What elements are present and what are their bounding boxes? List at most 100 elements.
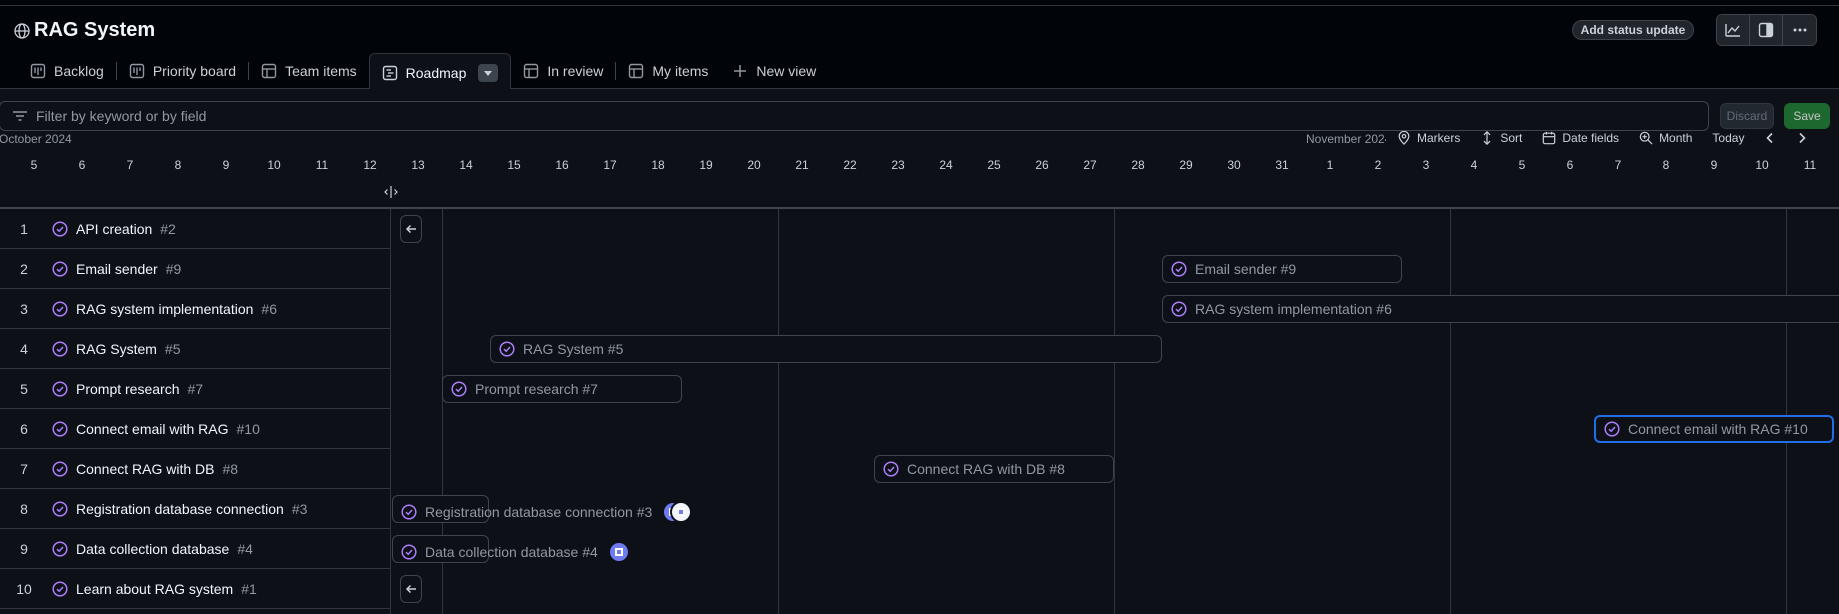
- day-number: 29: [1179, 158, 1193, 172]
- item-title[interactable]: Learn about RAG system: [76, 581, 233, 597]
- tab-in-review[interactable]: In review: [511, 53, 615, 89]
- table-row[interactable]: 5 Prompt research #7: [0, 369, 391, 409]
- avatar[interactable]: [670, 501, 693, 523]
- week-gridline: [1114, 209, 1115, 614]
- markers-label: Markers: [1417, 131, 1461, 145]
- roadmap-bar[interactable]: RAG system implementation #6: [1162, 295, 1839, 323]
- zoom-button[interactable]: Month: [1639, 131, 1692, 145]
- table-row[interactable]: 1 API creation #2: [0, 209, 391, 249]
- roadmap-icon: [382, 65, 397, 80]
- row-number: 2: [20, 260, 28, 277]
- issue-closed-icon: [1171, 301, 1187, 317]
- tab-priority-board[interactable]: Priority board: [117, 53, 248, 89]
- filter-icon: [13, 111, 27, 121]
- next-button[interactable]: [1796, 132, 1808, 144]
- day-number: 2: [1374, 158, 1382, 172]
- week-gridline: [1786, 209, 1787, 614]
- item-title[interactable]: RAG System: [76, 341, 157, 357]
- today-label: Today: [1712, 131, 1745, 145]
- discard-button[interactable]: Discard: [1720, 103, 1774, 129]
- day-number: 18: [651, 158, 665, 172]
- sort-button[interactable]: Sort: [1480, 131, 1522, 145]
- chevron-down-icon[interactable]: [478, 63, 499, 82]
- row-number: 1: [20, 220, 28, 237]
- scroll-to-item-button[interactable]: [400, 575, 422, 603]
- day-number: 9: [1710, 158, 1718, 172]
- issue-closed-icon: [1604, 421, 1620, 437]
- today-button[interactable]: Today: [1712, 131, 1744, 145]
- table-row[interactable]: 3 RAG system implementation #6: [0, 289, 391, 329]
- table-row[interactable]: 4 RAG System #5: [0, 329, 391, 369]
- date-fields-button[interactable]: Date fields: [1542, 131, 1619, 145]
- roadmap-bar[interactable]: Email sender #9: [1162, 255, 1402, 283]
- roadmap-bar-label[interactable]: Registration database connection #3: [401, 501, 693, 523]
- item-title[interactable]: Connect RAG with DB: [76, 461, 215, 477]
- arrow-left-icon: [405, 224, 416, 234]
- row-number: 8: [20, 500, 28, 517]
- roadmap-bar[interactable]: Connect email with RAG #10: [1594, 415, 1834, 443]
- pane-divider[interactable]: [390, 209, 391, 614]
- item-title[interactable]: Email sender: [76, 261, 158, 277]
- tab-roadmap[interactable]: Roadmap: [368, 53, 512, 91]
- avatar[interactable]: [607, 541, 630, 563]
- day-number: 27: [1083, 158, 1097, 172]
- day-number: 11: [315, 158, 329, 172]
- month-label-october: October 2024: [0, 132, 72, 146]
- item-title[interactable]: Connect email with RAG: [76, 421, 229, 437]
- zoom-in-icon: [1639, 131, 1653, 145]
- kebab-horizontal-icon[interactable]: [1783, 15, 1816, 45]
- item-title[interactable]: RAG system implementation: [76, 301, 253, 317]
- table-row[interactable]: 7 Connect RAG with DB #8: [0, 449, 391, 489]
- day-number: 14: [459, 158, 473, 172]
- table-row[interactable]: 2 Email sender #9: [0, 249, 391, 289]
- globe-icon: [14, 22, 30, 39]
- sidepanel-icon[interactable]: [1750, 15, 1783, 45]
- tab-label: In review: [547, 63, 604, 79]
- item-title[interactable]: Registration database connection: [76, 501, 284, 517]
- issue-closed-icon: [52, 220, 68, 237]
- markers-button[interactable]: Markers: [1397, 131, 1460, 145]
- item-title[interactable]: Data collection database: [76, 541, 229, 557]
- item-number: #1: [241, 580, 257, 597]
- view-tabs: Backlog Priority board Team items Roadma…: [18, 52, 828, 91]
- insights-icon[interactable]: [1717, 15, 1750, 45]
- sort-label: Sort: [1500, 131, 1523, 145]
- roadmap-bar-label[interactable]: Data collection database #4: [401, 541, 630, 563]
- week-gridline: [1450, 209, 1451, 614]
- roadmap-rows: 1 API creation #2 2 Email sender #9 3 RAG syste…: [0, 186, 1839, 614]
- tab-backlog[interactable]: Backlog: [18, 53, 116, 89]
- add-status-update-button[interactable]: Add status update: [1572, 20, 1694, 40]
- table-row[interactable]: 6 Connect email with RAG #10: [0, 409, 391, 449]
- resize-handle-icon[interactable]: [384, 185, 398, 199]
- row-number: 9: [20, 540, 28, 557]
- roadmap-bar[interactable]: Connect RAG with DB #8: [874, 455, 1114, 483]
- item-number: #8: [222, 460, 239, 477]
- tab-my-items[interactable]: My items: [616, 53, 720, 89]
- tab-team-items[interactable]: Team items: [249, 53, 369, 89]
- save-button[interactable]: Save: [1784, 103, 1830, 129]
- filter-input[interactable]: Filter by keyword or by field: [0, 101, 1709, 131]
- table-row[interactable]: 10 Learn about RAG system #1: [0, 569, 391, 609]
- table-icon: [261, 63, 277, 79]
- issue-closed-icon: [52, 460, 68, 477]
- board-icon: [30, 63, 46, 79]
- day-number: 16: [555, 158, 569, 172]
- day-number: 8: [1662, 158, 1670, 172]
- item-title[interactable]: Prompt research: [76, 381, 179, 397]
- day-number: 7: [126, 158, 134, 172]
- previous-button[interactable]: [1764, 132, 1776, 144]
- item-title[interactable]: API creation: [76, 221, 152, 237]
- day-number: 13: [411, 158, 425, 172]
- table-row[interactable]: 9 Data collection database #4: [0, 529, 391, 569]
- roadmap-bar[interactable]: Prompt research #7: [442, 375, 682, 403]
- issue-closed-icon: [52, 500, 68, 517]
- tab-label: New view: [756, 63, 817, 79]
- day-number: 17: [603, 158, 617, 172]
- scroll-to-item-button[interactable]: [400, 215, 422, 243]
- project-title-text: RAG System: [34, 19, 156, 41]
- roadmap-bar[interactable]: RAG System #5: [490, 335, 1162, 363]
- table-row[interactable]: 8 Registration database connection #3: [0, 489, 391, 529]
- calendar-icon: [1543, 131, 1556, 145]
- tab-label: Priority board: [152, 63, 237, 79]
- new-view-button[interactable]: New view: [720, 53, 828, 89]
